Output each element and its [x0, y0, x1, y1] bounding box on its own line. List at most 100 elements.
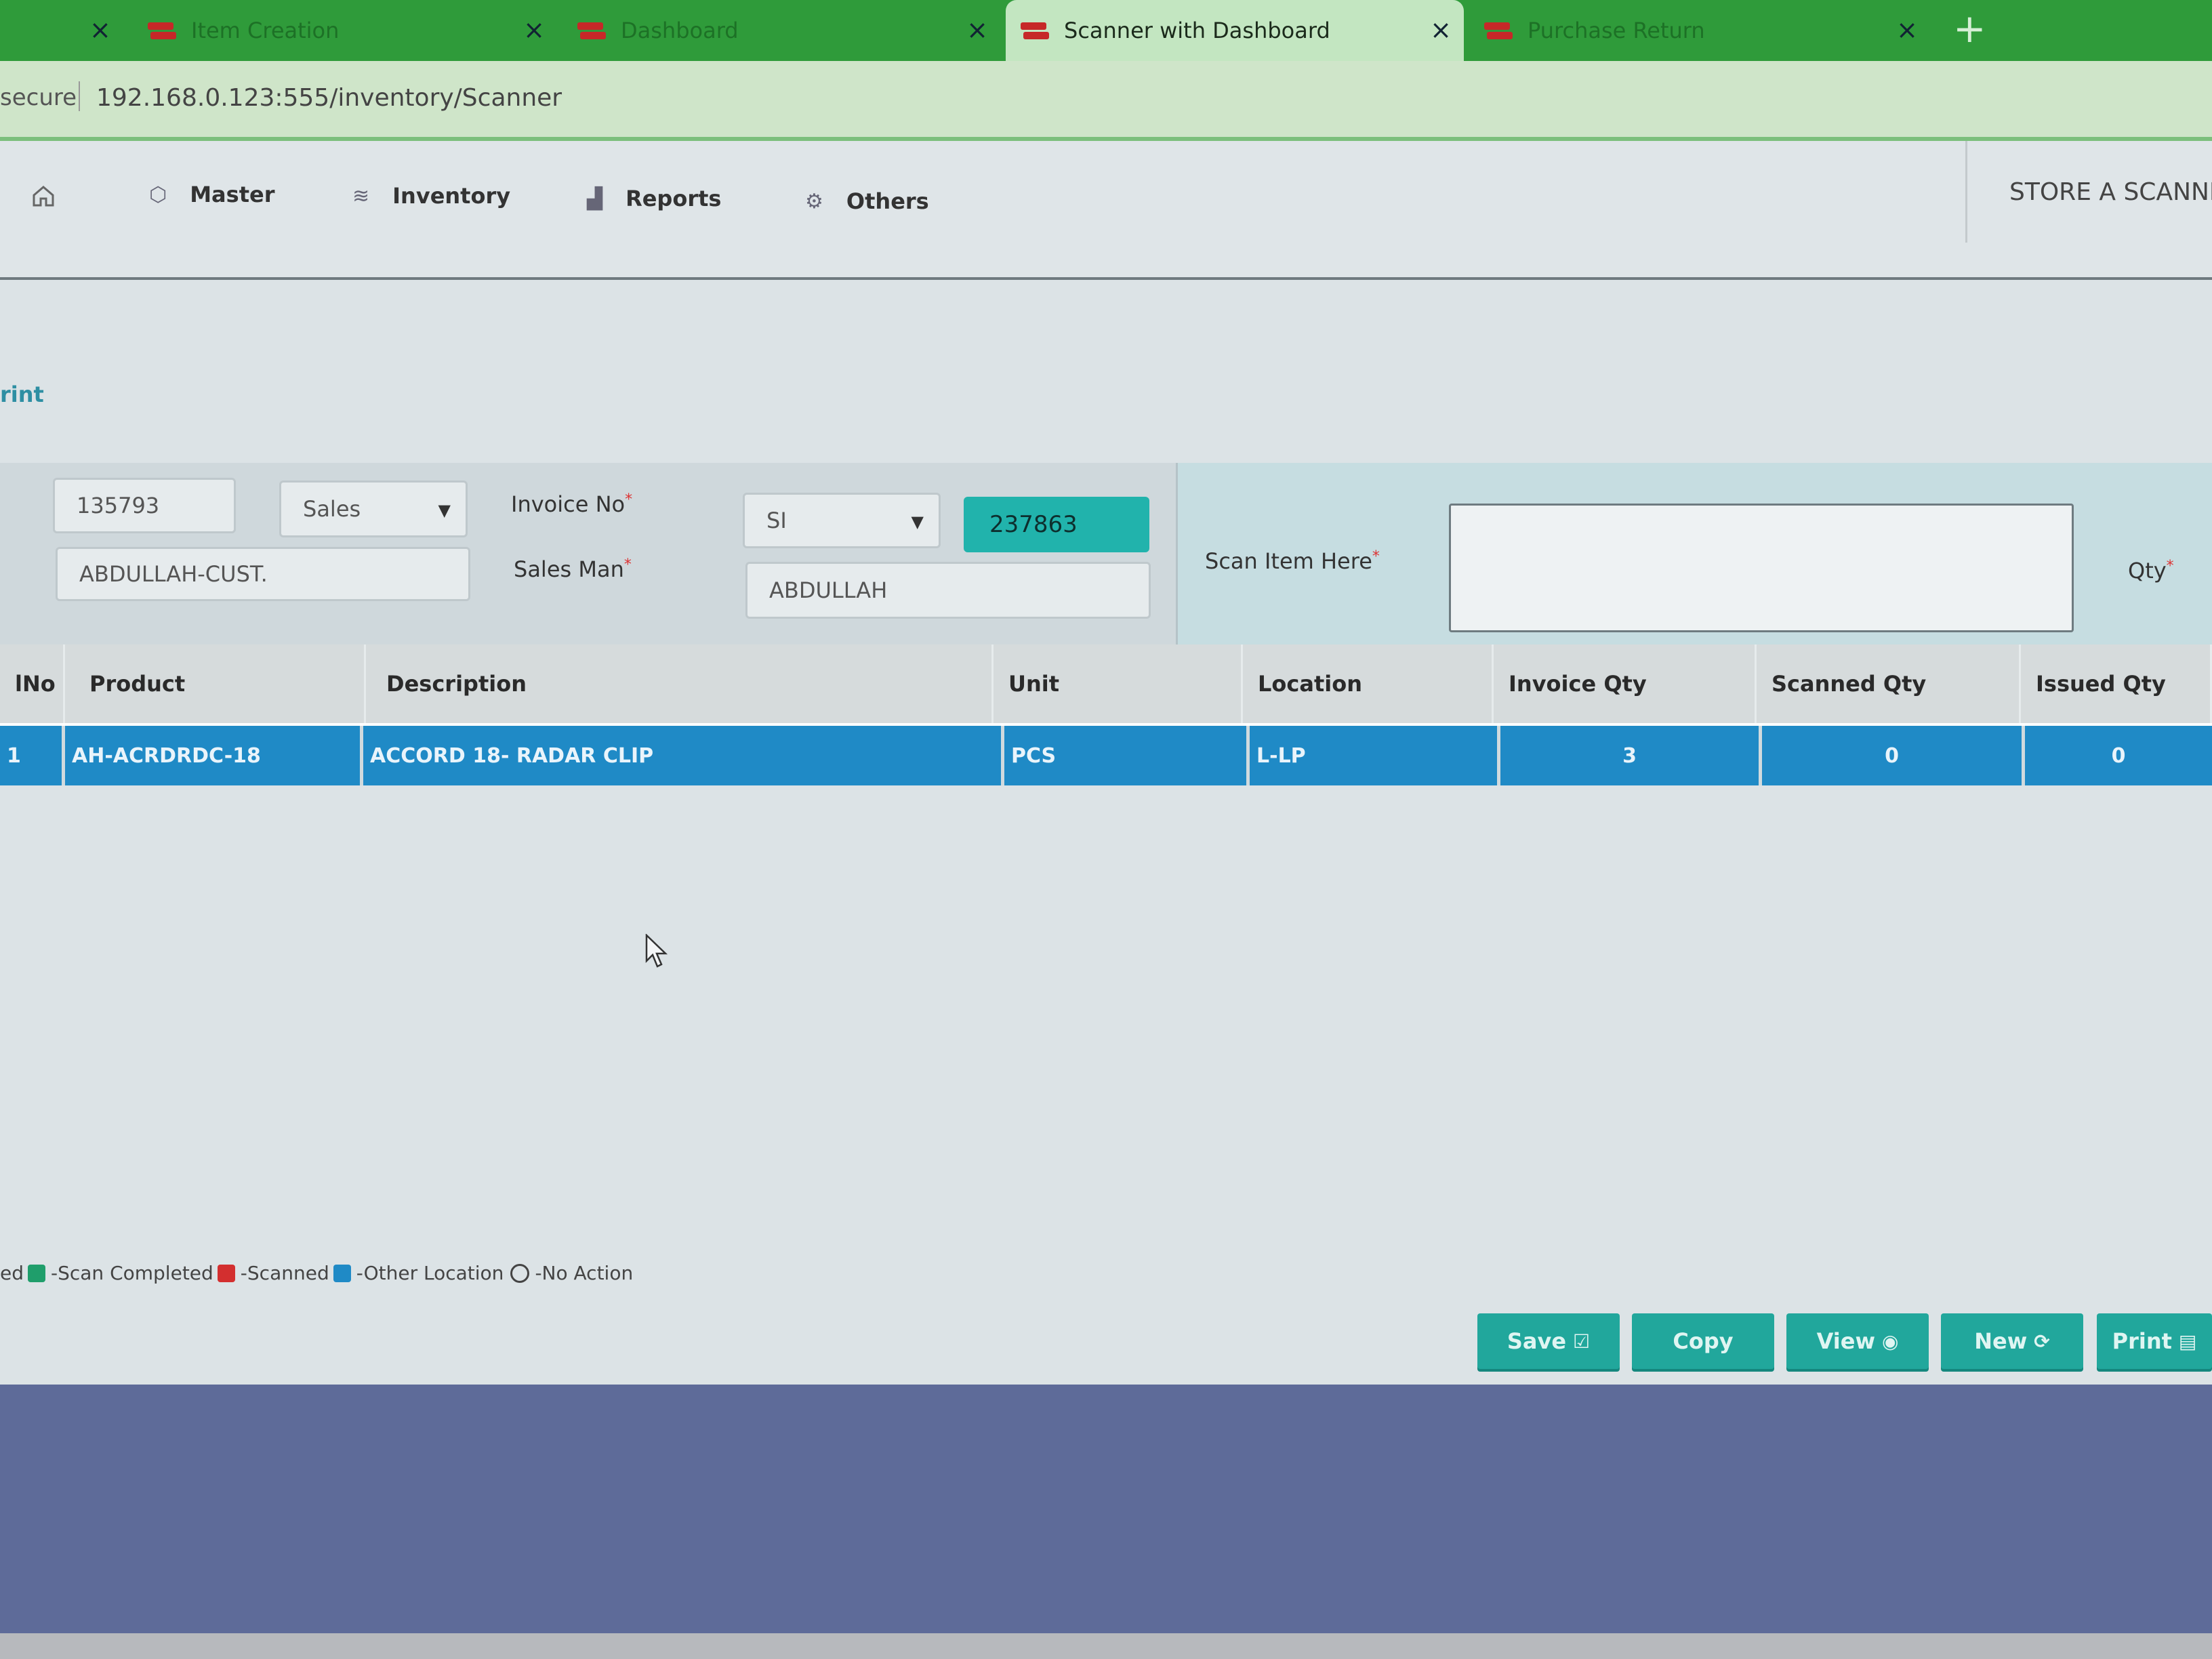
type-select[interactable]: Sales ▼: [279, 480, 468, 537]
settings-icon: ⚙: [805, 189, 823, 213]
prev-tab-close-icon[interactable]: ×: [89, 15, 111, 45]
page-footer: [0, 1385, 2212, 1659]
checkbox-icon: ☑: [1573, 1330, 1591, 1353]
invoice-no-field[interactable]: 237863: [964, 497, 1149, 552]
nav-master[interactable]: ⬡ Master: [149, 182, 274, 207]
legend-no-action: -No Action: [535, 1262, 634, 1284]
print-button-label: Print: [2112, 1328, 2172, 1354]
column-header-no[interactable]: lNo: [0, 644, 65, 723]
other-location-swatch: [333, 1264, 351, 1282]
address-bar[interactable]: secure 192.168.0.123:555/inventory/Scann…: [0, 61, 2212, 141]
tab-item-creation[interactable]: Item Creation ×: [133, 0, 557, 61]
tab-label: Item Creation: [191, 18, 340, 43]
view-button[interactable]: View ◉: [1786, 1313, 1929, 1369]
column-header-invoice-qty[interactable]: Invoice Qty: [1494, 644, 1757, 723]
scan-item-label: Scan Item Here*: [1205, 548, 1380, 574]
column-header-unit[interactable]: Unit: [994, 644, 1243, 723]
chevron-down-icon: ▼: [911, 512, 924, 531]
scan-completed-swatch: [28, 1264, 45, 1282]
tab-label: Purchase Return: [1528, 18, 1705, 43]
app-favicon-icon: [148, 18, 176, 43]
cell-scanned-qty: 0: [1762, 726, 2025, 785]
column-header-product[interactable]: Product: [75, 644, 366, 723]
table-row[interactable]: 1 AH-ACRDRDC-18 ACCORD 18- RADAR CLIP PC…: [0, 726, 2212, 785]
cube-icon: ⬡: [149, 182, 167, 207]
column-header-scanned-qty[interactable]: Scanned Qty: [1757, 644, 2021, 723]
tab-scanner-with-dashboard[interactable]: Scanner with Dashboard ×: [1006, 0, 1464, 61]
nav-others-label: Others: [846, 188, 929, 214]
tab-close-icon[interactable]: ×: [523, 15, 545, 45]
new-button[interactable]: New ⟳: [1941, 1313, 2083, 1369]
legend-scan-completed: -Scan Completed: [51, 1262, 213, 1284]
cell-unit: PCS: [1004, 726, 1250, 785]
scan-item-label-text: Scan Item Here: [1205, 548, 1372, 574]
sales-man-label: Sales Man*: [514, 556, 632, 582]
column-header-issued-qty[interactable]: Issued Qty: [2021, 644, 2212, 723]
nav-inventory-label: Inventory: [392, 183, 511, 209]
tab-close-icon[interactable]: ×: [1430, 15, 1452, 45]
save-button[interactable]: Save ☑: [1477, 1313, 1620, 1369]
database-icon: ≋: [352, 184, 370, 208]
nav-others[interactable]: ⚙ Others: [805, 188, 929, 214]
app-favicon-icon: [1021, 18, 1049, 43]
nav-inventory[interactable]: ≋ Inventory: [352, 183, 510, 209]
copy-button[interactable]: Copy: [1632, 1313, 1774, 1369]
view-button-label: View: [1816, 1328, 1875, 1354]
invoice-no-label-text: Invoice No: [511, 491, 626, 517]
column-header-description[interactable]: Description: [371, 644, 994, 723]
print-icon: ▤: [2178, 1330, 2197, 1353]
cell-no: 1: [0, 726, 65, 785]
page-content: rint 135793 Sales ▼ ABDULLAH-CUST. Invoi…: [0, 280, 2212, 1385]
legend-scanned: -Scanned: [240, 1262, 329, 1284]
store-title-text: STORE A SCANNIN: [2009, 178, 2212, 206]
scan-item-input[interactable]: [1449, 504, 2074, 632]
type-select-value: Sales: [303, 496, 361, 522]
security-indicator[interactable]: secure: [0, 84, 77, 111]
home-icon[interactable]: [31, 184, 56, 207]
invoice-prefix-select[interactable]: SI ▼: [743, 493, 941, 548]
new-tab-icon[interactable]: +: [1953, 5, 1986, 52]
sales-man-label-text: Sales Man: [514, 556, 624, 582]
cell-location: L-LP: [1250, 726, 1500, 785]
app-favicon-icon: [1484, 18, 1513, 43]
scanned-swatch: [217, 1264, 235, 1282]
store-title: STORE A SCANNIN: [1965, 141, 2212, 243]
required-mark: *: [1372, 548, 1380, 565]
new-button-label: New: [1974, 1328, 2028, 1354]
tab-label: Dashboard: [621, 18, 739, 43]
tab-purchase-return[interactable]: Purchase Return ×: [1469, 0, 1930, 61]
app-favicon-icon: [577, 18, 606, 43]
tab-dashboard[interactable]: Dashboard ×: [562, 0, 1000, 61]
customer-value: ABDULLAH-CUST.: [79, 561, 268, 587]
bar-chart-icon: ▟: [587, 186, 603, 211]
main-navbar: ⬡ Master ≋ Inventory ▟ Reports ⚙ Others …: [0, 141, 2212, 280]
nav-master-label: Master: [190, 182, 275, 207]
taskbar-strip: [0, 1633, 2212, 1659]
legend-prefix: ed: [0, 1262, 24, 1284]
sales-man-value: ABDULLAH: [769, 577, 888, 603]
column-header-location[interactable]: Location: [1243, 644, 1494, 723]
no-action-swatch: [510, 1263, 530, 1283]
sales-man-field[interactable]: ABDULLAH: [745, 562, 1151, 619]
nav-reports-label: Reports: [626, 186, 722, 211]
print-button[interactable]: Print ▤: [2097, 1313, 2212, 1369]
nav-reports[interactable]: ▟ Reports: [587, 186, 721, 211]
invoice-no-value: 237863: [989, 511, 1078, 538]
qty-label-text: Qty: [2128, 558, 2167, 583]
customer-field[interactable]: ABDULLAH-CUST.: [56, 547, 470, 601]
chevron-down-icon: ▼: [438, 501, 451, 520]
save-button-label: Save: [1507, 1328, 1567, 1354]
items-grid-header: lNo Product Description Unit Location In…: [0, 644, 2212, 726]
required-mark: *: [623, 556, 632, 573]
url-text[interactable]: 192.168.0.123:555/inventory/Scanner: [96, 84, 562, 112]
tab-close-icon[interactable]: ×: [1896, 15, 1918, 45]
breadcrumb[interactable]: rint: [0, 382, 44, 407]
cell-description: ACCORD 18- RADAR CLIP: [363, 726, 1004, 785]
copy-button-label: Copy: [1673, 1328, 1734, 1354]
tab-close-icon[interactable]: ×: [966, 15, 988, 45]
cell-issued-qty: 0: [2025, 726, 2212, 785]
doc-number-field[interactable]: 135793: [53, 478, 236, 533]
address-divider: [79, 81, 80, 111]
mouse-cursor-icon: [645, 934, 668, 968]
doc-number-value: 135793: [77, 493, 160, 518]
